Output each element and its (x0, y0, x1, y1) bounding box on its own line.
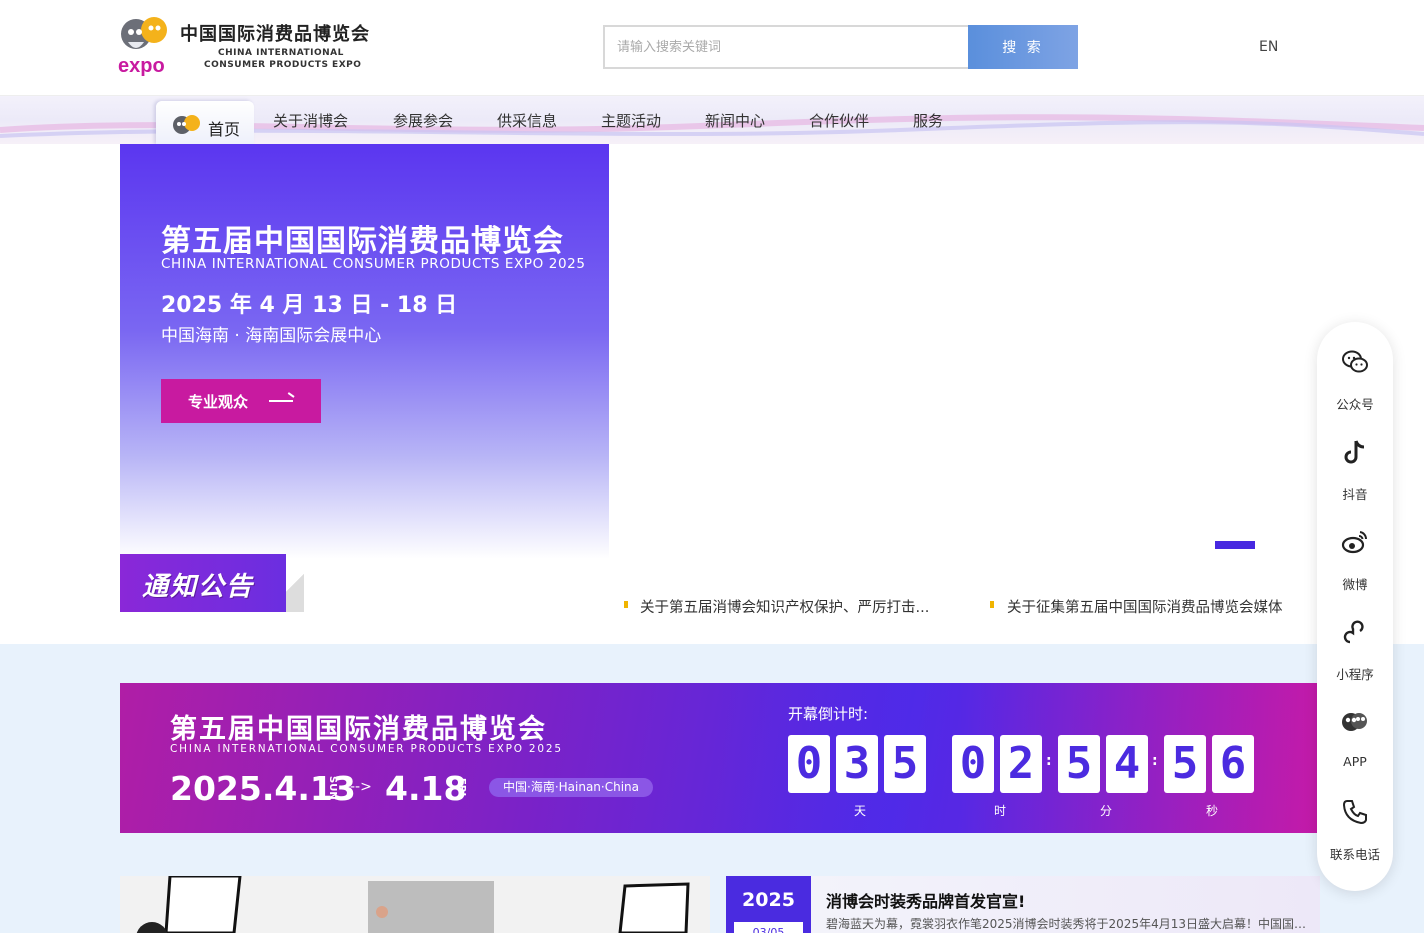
side-label: 微博 (1342, 577, 1368, 592)
countdown-digit: 0 (952, 735, 994, 793)
countdown-unit-minute: 分 (1100, 804, 1113, 818)
side-label: 联系电话 (1329, 847, 1380, 862)
banner-end-weekday: FRI (456, 778, 467, 797)
countdown-digit: 2 (1000, 735, 1042, 793)
nav-item-home[interactable]: 首页 (156, 101, 254, 144)
banner-title: 第五届中国国际消费品博览会 (170, 714, 547, 745)
hero-venue: 中国海南 · 海南国际会展中心 (161, 326, 382, 346)
news-year: 2025 (742, 889, 795, 911)
notice-bullet-icon (990, 601, 994, 608)
expo-mascot-icon: expo (118, 17, 167, 76)
banner-subtitle: CHINA INTERNATIONAL CONSUMER PRODUCTS EX… (170, 743, 563, 755)
side-item-app[interactable]: APP (1317, 708, 1393, 798)
news-date: 03/05 (734, 922, 803, 933)
logo-english-line1: CHINA INTERNATIONAL (218, 48, 344, 58)
side-item-douyin[interactable]: 抖音 (1317, 438, 1393, 528)
countdown-colon: : (1046, 753, 1052, 769)
news-photo-placeholder (120, 876, 710, 933)
nav-item-about[interactable]: 关于消博会 (273, 110, 348, 131)
side-label: 小程序 (1336, 667, 1374, 682)
svg-text:expo: expo (118, 55, 165, 76)
hero-banner: 第五届中国国际消费品博览会 CHINA INTERNATIONAL CONSUM… (120, 144, 609, 559)
side-item-wechat[interactable]: 公众号 (1317, 348, 1393, 438)
countdown-digit: 6 (1212, 735, 1254, 793)
countdown-digit: 0 (788, 735, 830, 793)
weibo-icon (1341, 531, 1368, 554)
countdown-digit: 5 (1164, 735, 1206, 793)
nav-home-label: 首页 (208, 120, 241, 139)
home-mascot-icon (173, 115, 200, 134)
nav-item-supply[interactable]: 供采信息 (497, 110, 557, 131)
language-switch-en[interactable]: EN (1259, 39, 1278, 55)
nav-item-services[interactable]: 服务 (913, 110, 943, 131)
logo-chinese-name: 中国国际消费品博览会 (180, 24, 370, 45)
countdown-unit-hour: 时 (994, 804, 1007, 818)
wechat-icon (1342, 350, 1368, 373)
arrow-right-icon (269, 400, 293, 402)
news-date-box: 2025 03/05 (726, 876, 811, 933)
search-button[interactable]: 搜 索 (968, 25, 1078, 69)
nav-item-partners[interactable]: 合作伙伴 (809, 110, 869, 131)
hero-button-label: 专业观众 (188, 393, 249, 411)
countdown-unit-day: 天 (854, 804, 867, 818)
countdown-label: 开幕倒计时: (788, 705, 869, 723)
countdown-colon: : (1152, 753, 1158, 769)
notice-tag-fold (286, 554, 304, 612)
side-item-weibo[interactable]: 微博 (1317, 528, 1393, 618)
notice-tag: 通知公告 (120, 554, 286, 612)
professional-visitor-button[interactable]: 专业观众 (161, 379, 321, 423)
nav-item-events[interactable]: 主题活动 (601, 110, 661, 131)
countdown-banner: 第五届中国国际消费品博览会 CHINA INTERNATIONAL CONSUM… (120, 683, 1317, 833)
notice-item[interactable]: 关于征集第五届中国国际消费品博览会媒体 (1007, 596, 1307, 617)
slider-indicator[interactable] (1215, 541, 1255, 549)
countdown-digit: 3 (836, 735, 878, 793)
main-nav: 首页 关于消博会 参展参会 供采信息 主题活动 新闻中心 合作伙伴 服务 (0, 95, 1424, 144)
news-card[interactable]: 2025 03/05 消博会时装秀品牌首发官宣! 碧海蓝天为幕，霓裳羽衣作笔20… (726, 876, 1320, 933)
expo-logo[interactable]: expo 中国国际消费品博览会 CHINA INTERNATIONAL CONS… (118, 14, 388, 78)
side-item-phone[interactable]: 联系电话 (1317, 798, 1393, 888)
hero-title: 第五届中国国际消费品博览会 (161, 224, 564, 259)
nav-item-exhibit[interactable]: 参展参会 (393, 110, 453, 131)
header: expo 中国国际消费品博览会 CHINA INTERNATIONAL CONS… (0, 0, 1424, 95)
news-description: 碧海蓝天为幕，霓裳羽衣作笔2025消博会时装秀将于2025年4月13日盛大启幕！… (826, 917, 1316, 931)
countdown-digit: 4 (1106, 735, 1148, 793)
banner-date-arrow: --> (350, 779, 372, 795)
notice-bullet-icon (624, 601, 628, 608)
side-label: 抖音 (1342, 487, 1368, 502)
countdown-unit-second: 秒 (1206, 804, 1219, 818)
news-title[interactable]: 消博会时装秀品牌首发官宣! (826, 888, 1025, 912)
logo-english-line2: CONSUMER PRODUCTS EXPO (204, 60, 362, 70)
side-label: APP (1343, 754, 1367, 769)
hero-date: 2025 年 4 月 13 日 - 18 日 (161, 293, 458, 318)
banner-start-weekday: SUN (327, 776, 338, 800)
countdown-digit: 5 (884, 735, 926, 793)
side-label: 公众号 (1336, 397, 1374, 412)
hero-subtitle: CHINA INTERNATIONAL CONSUMER PRODUCTS EX… (161, 256, 586, 272)
social-side-panel: 公众号 抖音 微博 小程序 APP 联系电话 (1317, 322, 1393, 891)
nav-item-news[interactable]: 新闻中心 (705, 110, 765, 131)
notice-label: 通知公告 (142, 572, 255, 602)
banner-end-date: 4.18 (385, 769, 467, 808)
search-input[interactable] (603, 25, 969, 69)
tiktok-icon (1344, 440, 1365, 464)
mini-program-icon (1343, 620, 1364, 644)
app-icon (1342, 713, 1367, 731)
news-image[interactable] (120, 876, 710, 933)
banner-location-badge: 中国·海南·Hainan·China (489, 778, 653, 797)
side-item-miniprogram[interactable]: 小程序 (1317, 618, 1393, 708)
phone-icon (1342, 800, 1367, 825)
notice-item[interactable]: 关于第五届消博会知识产权保护、严厉打击... (640, 596, 929, 617)
countdown-digit: 5 (1058, 735, 1100, 793)
